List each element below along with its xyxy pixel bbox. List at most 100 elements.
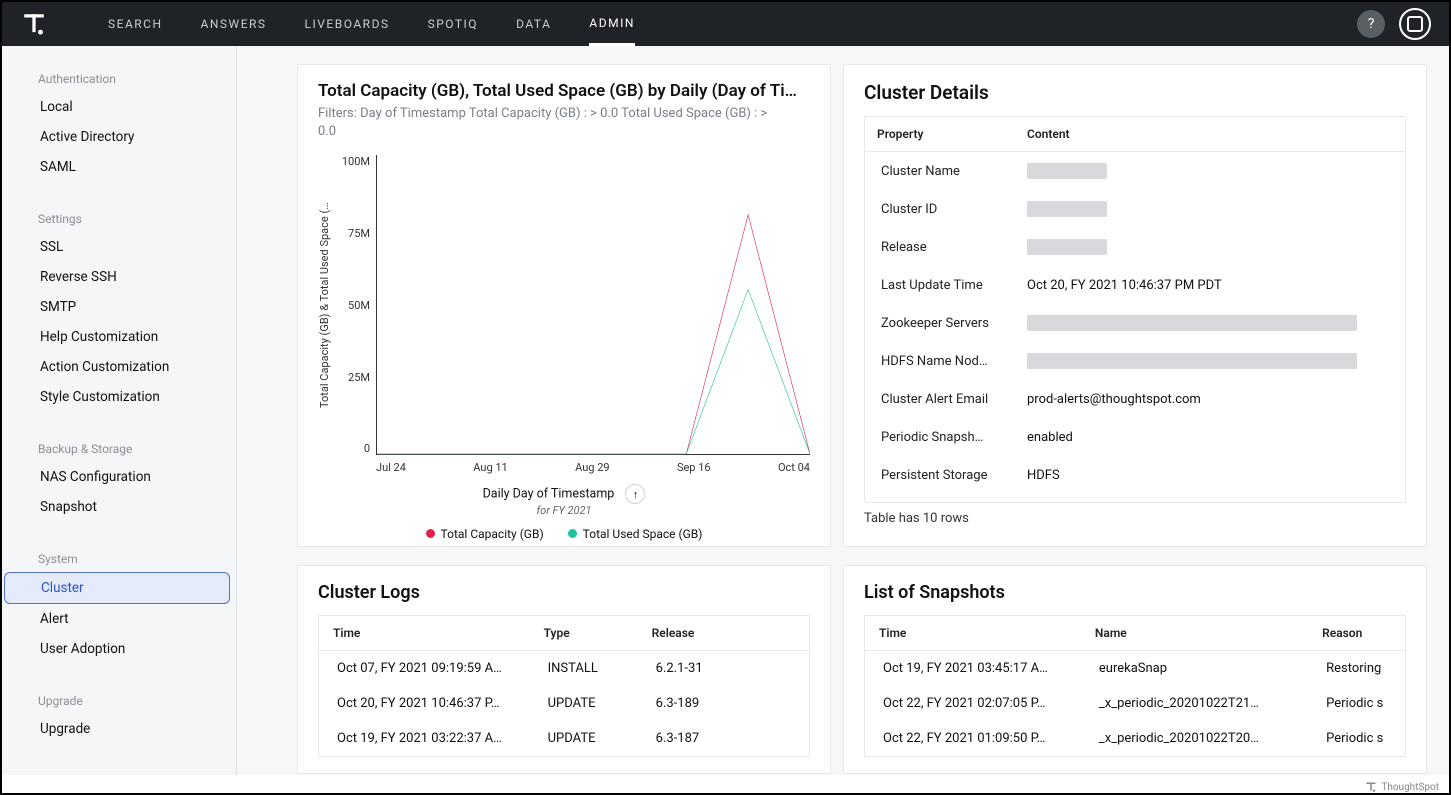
nav-item-admin[interactable]: ADMIN [589,2,635,46]
chart-yticks: 100M 75M 50M 25M 0 [334,155,376,455]
chart-xticks: Jul 24Aug 11Aug 29Sep 16Oct 04 [376,461,810,474]
footer-logo-icon [1365,781,1377,793]
nav-item-answers[interactable]: ANSWERS [201,2,267,46]
details-content: Oct 20, FY 2021 10:46:37 PM PDT [1015,270,1405,301]
top-nav: SEARCH ANSWERS LIVEBOARDS SPOTIQ DATA ADMIN ? [2,2,1449,46]
details-content: HDFS [1015,460,1405,491]
nav-item-liveboards[interactable]: LIVEBOARDS [305,2,390,46]
sidebar: AuthenticationLocalActive DirectorySAML S… [2,46,237,775]
footer-brand: ThoughtSpot [1365,781,1439,793]
chart-filters: Filters: Day of Timestamp Total Capacity… [318,105,788,141]
snapshots-table: TimeNameReason Oct 19, FY 2021 03:45:17 … [864,615,1406,757]
redacted-block [1027,315,1357,331]
sidebar-item-action-customization[interactable]: Action Customization [4,352,230,382]
chart-xlabel-sub: for FY 2021 [318,504,810,517]
snaps-cell: Restoring [1308,651,1405,687]
snaps-cell: _x_periodic_20201022T20… [1081,721,1308,757]
xtick: Sep 16 [677,461,711,474]
details-property: HDFS Name Nod… [865,346,1015,377]
snapshots-card: List of Snapshots TimeNameReason Oct 19,… [843,565,1427,774]
details-content [1015,193,1405,225]
sidebar-item-style-customization[interactable]: Style Customization [4,382,230,412]
snaps-cell: _x_periodic_20201022T21… [1081,686,1308,721]
brand-logo-icon[interactable] [20,10,48,38]
sidebar-item-ssl[interactable]: SSL [4,232,230,262]
sidebar-item-active-directory[interactable]: Active Directory [4,122,230,152]
details-title: Cluster Details [864,81,1406,104]
legend-item[interactable]: Total Capacity (GB) [426,527,544,541]
sidebar-item-reverse-ssh[interactable]: Reverse SSH [4,262,230,292]
sidebar-item-nas-configuration[interactable]: NAS Configuration [4,462,230,492]
help-button[interactable]: ? [1357,10,1385,38]
logs-cell: UPDATE [530,721,638,757]
details-content [1015,155,1405,187]
table-row[interactable]: Oct 19, FY 2021 03:22:37 A…UPDATE6.3-187 [319,721,810,757]
nav-item-spotiq[interactable]: SPOTIQ [428,2,478,46]
chart-plot[interactable] [376,155,810,455]
sidebar-item-cluster[interactable]: Cluster [4,572,230,604]
details-footer: Table has 10 rows [864,511,1406,526]
details-content [1015,345,1405,377]
capacity-chart-card: Total Capacity (GB), Total Used Space (G… [297,64,831,547]
legend-item[interactable]: Total Used Space (GB) [568,527,703,541]
table-row[interactable]: Oct 22, FY 2021 01:09:50 P…_x_periodic_2… [865,721,1406,757]
ytick: 25M [334,371,370,384]
chart-xlabel-row: Daily Day of Timestamp ↑ [318,484,810,504]
ytick: 75M [334,227,370,240]
sidebar-item-upgrade[interactable]: Upgrade [4,714,230,744]
snaps-header[interactable]: Name [1081,616,1308,651]
details-header-property: Property [865,117,1015,151]
snapshots-title: List of Snapshots [864,582,1406,603]
sidebar-group-header: System [2,544,236,572]
ytick: 100M [334,155,370,168]
sidebar-group-header: Backup & Storage [2,434,236,462]
details-header-content: Content [1015,117,1405,151]
details-content [1015,231,1405,263]
details-row: Persistent StorageHDFS [865,456,1405,494]
sidebar-item-alert[interactable]: Alert [4,604,230,634]
logs-header[interactable]: Release [638,616,810,651]
sidebar-group-header: Authentication [2,64,236,92]
logs-header[interactable]: Time [319,616,530,651]
nav-item-data[interactable]: DATA [516,2,551,46]
ytick: 0 [334,442,370,455]
details-table: Property Content Cluster NameCluster IDR… [864,116,1406,503]
details-content: prod-alerts@thoughtspot.com [1015,384,1405,415]
nav-item-search[interactable]: SEARCH [108,2,163,46]
sidebar-group-header: Upgrade [2,686,236,714]
snaps-cell: Oct 19, FY 2021 03:45:17 A… [865,651,1081,687]
table-row[interactable]: Oct 20, FY 2021 10:46:37 P…UPDATE6.3-189 [319,686,810,721]
sidebar-item-user-adoption[interactable]: User Adoption [4,634,230,664]
details-content [1015,307,1405,339]
sort-ascending-icon[interactable]: ↑ [625,484,645,504]
table-row[interactable]: Oct 22, FY 2021 02:07:05 P…_x_periodic_2… [865,686,1406,721]
details-content: enabled [1015,422,1405,453]
user-avatar[interactable] [1399,8,1431,40]
sidebar-item-local[interactable]: Local [4,92,230,122]
details-property: Release [865,232,1015,263]
xtick: Jul 24 [376,461,406,474]
snaps-header[interactable]: Reason [1308,616,1405,651]
snaps-header[interactable]: Time [865,616,1081,651]
avatar-icon [1407,16,1423,32]
logs-cell: 6.3-187 [638,721,810,757]
sidebar-item-snapshot[interactable]: Snapshot [4,492,230,522]
table-row[interactable]: Oct 07, FY 2021 09:19:59 A…INSTALL6.2.1-… [319,651,810,687]
logs-header[interactable]: Type [530,616,638,651]
table-row[interactable]: Oct 19, FY 2021 03:45:17 A…eurekaSnapRes… [865,651,1406,687]
series-line [377,290,810,454]
details-row: Release [865,228,1405,266]
cluster-details-card: Cluster Details Property Content Cluster… [843,64,1427,547]
redacted-block [1027,163,1107,179]
logs-cell: 6.2.1-31 [638,651,810,687]
sidebar-item-help-customization[interactable]: Help Customization [4,322,230,352]
legend-label: Total Capacity (GB) [441,527,544,541]
legend-dot-icon [568,529,577,538]
ytick: 50M [334,299,370,312]
sidebar-item-smtp[interactable]: SMTP [4,292,230,322]
sidebar-item-saml[interactable]: SAML [4,152,230,182]
footer-brand-text: ThoughtSpot [1381,782,1439,793]
details-row: Zookeeper Servers [865,304,1405,342]
sidebar-group-header: Settings [2,204,236,232]
details-property: Cluster Name [865,156,1015,187]
